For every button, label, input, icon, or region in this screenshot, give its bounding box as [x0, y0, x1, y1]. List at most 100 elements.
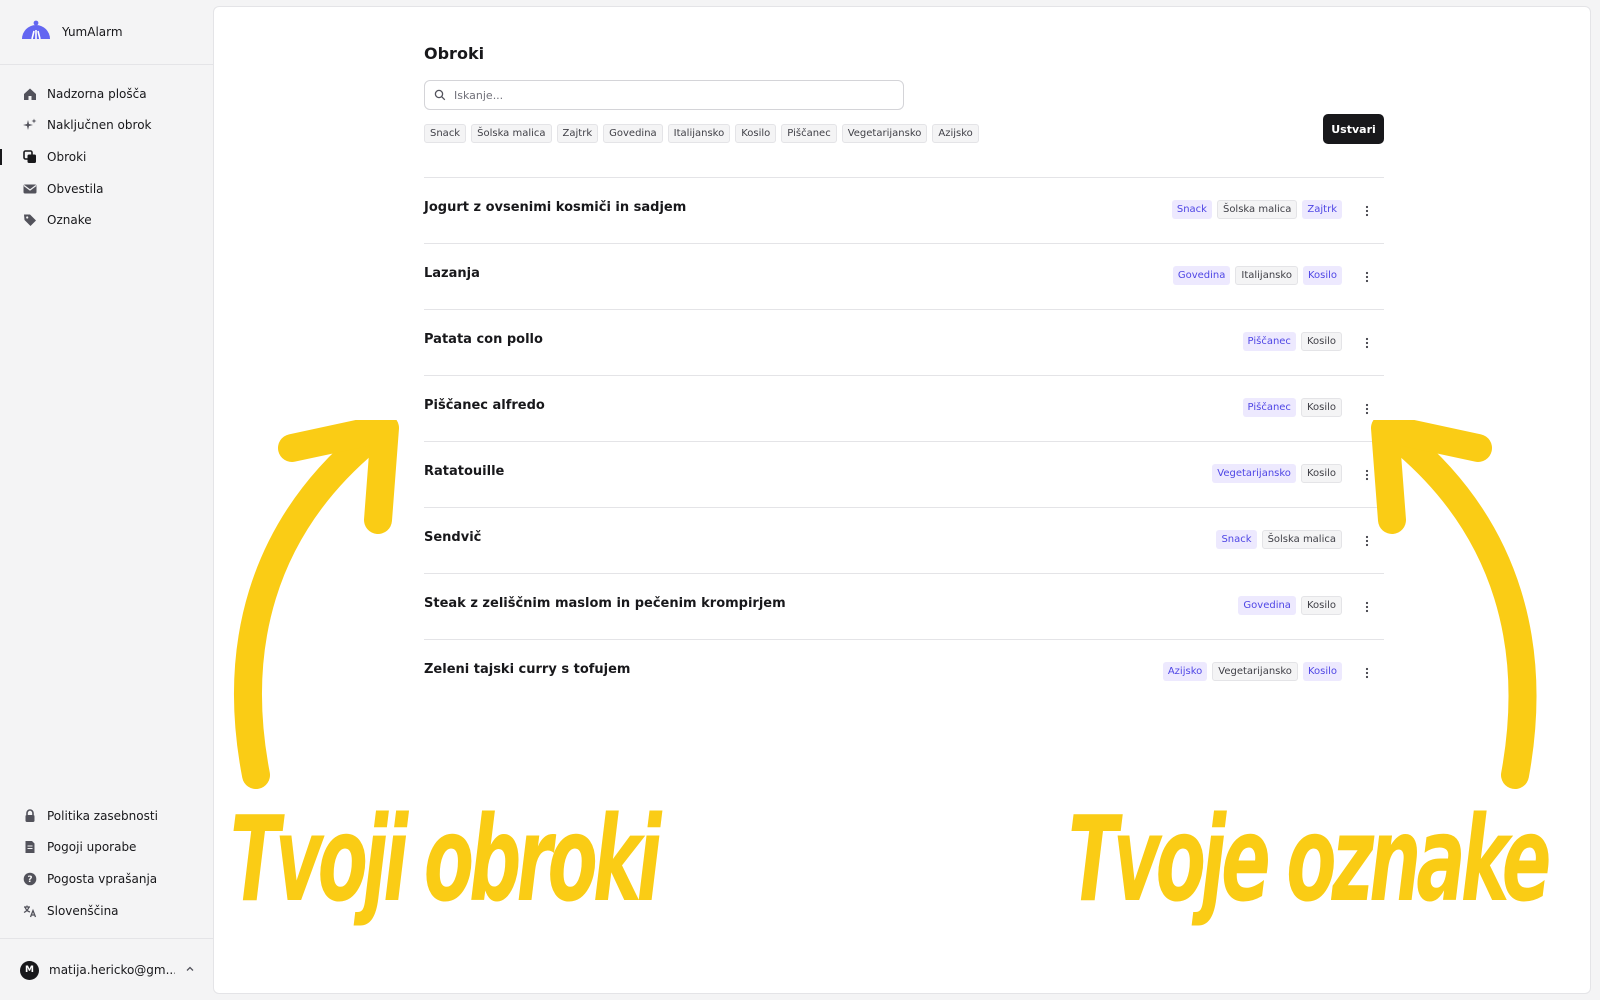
meal-tag: Kosilo: [1302, 266, 1342, 285]
filter-tag[interactable]: Vegetarijansko: [841, 124, 928, 143]
meal-tag: Italijansko: [1235, 266, 1298, 285]
chevron-up-icon: [185, 963, 195, 977]
sidebar: YumAlarm Nadzorna plošča Naključnen obro…: [0, 0, 213, 1000]
more-options-icon[interactable]: [1360, 200, 1374, 222]
nav-item-dashboard[interactable]: Nadzorna plošča: [0, 78, 213, 110]
meal-row[interactable]: Ratatouille Vegetarijansko Kosilo: [424, 442, 1384, 508]
app-name: YumAlarm: [62, 25, 123, 39]
sparkles-icon: [22, 118, 37, 133]
copy-icon: [22, 149, 37, 164]
nav-label: Pogosta vprašanja: [47, 871, 158, 886]
nav-item-language[interactable]: Slovenščina: [0, 895, 213, 927]
meal-tag: Šolska malica: [1216, 200, 1298, 219]
search-box[interactable]: [424, 80, 904, 110]
filter-tag[interactable]: Kosilo: [735, 124, 777, 143]
meal-name[interactable]: Piščanec alfredo: [424, 398, 545, 413]
meal-tags: Vegetarijansko Kosilo: [1212, 464, 1342, 483]
nav-item-random-meal[interactable]: Naključnen obrok: [0, 110, 213, 142]
filter-tag[interactable]: Šolska malica: [471, 124, 552, 143]
filter-tag[interactable]: Zajtrk: [556, 124, 599, 143]
create-button[interactable]: Ustvari: [1323, 114, 1384, 144]
meal-name[interactable]: Zeleni tajski curry s tofujem: [424, 662, 630, 677]
svg-text:?: ?: [27, 875, 32, 885]
search-input[interactable]: [454, 88, 894, 102]
meal-tags: Piščanec Kosilo: [1242, 332, 1342, 351]
meal-tags: Govedina Kosilo: [1238, 596, 1342, 615]
filter-tag[interactable]: Govedina: [603, 124, 663, 143]
meal-name[interactable]: Ratatouille: [424, 464, 504, 479]
annotation-your-tags: Tvoje oznake: [1068, 790, 1551, 928]
meal-tags: Piščanec Kosilo: [1242, 398, 1342, 417]
meal-name[interactable]: Sendvič: [424, 530, 481, 545]
meal-tag: Govedina: [1238, 596, 1296, 615]
meal-tag: Vegetarijansko: [1212, 464, 1296, 483]
meal-tag: Piščanec: [1242, 332, 1296, 351]
meal-tag: Snack: [1216, 530, 1257, 549]
meal-row[interactable]: Steak z zeliščnim maslom in pečenim krom…: [424, 574, 1384, 640]
meal-list: Jogurt z ovsenimi kosmiči in sadjem Snack…: [424, 177, 1384, 706]
meal-row[interactable]: Piščanec alfredo Piščanec Kosilo: [424, 376, 1384, 442]
home-icon: [22, 86, 37, 101]
meal-tags: Snack Šolska malica Zajtrk: [1171, 200, 1342, 219]
meal-row[interactable]: Lazanja Govedina Italijansko Kosilo: [424, 244, 1384, 310]
user-email: matija.hericko@gm...: [49, 963, 175, 977]
meal-row[interactable]: Jogurt z ovsenimi kosmiči in sadjem Snack…: [424, 178, 1384, 244]
meal-tags: Govedina Italijansko Kosilo: [1172, 266, 1342, 285]
annotation-your-meals: Tvoji obroki: [230, 790, 662, 928]
avatar: M: [20, 960, 39, 980]
lock-icon: [22, 808, 37, 823]
nav-item-notifications[interactable]: Obvestila: [0, 173, 213, 205]
nav-item-tags[interactable]: Oznake: [0, 204, 213, 236]
nav-label: Naključnen obrok: [47, 118, 152, 133]
document-icon: [22, 840, 37, 855]
question-icon: ?: [22, 871, 37, 886]
nav-label: Obvestila: [47, 181, 104, 196]
meal-name[interactable]: Patata con pollo: [424, 332, 543, 347]
meal-tag: Vegetarijansko: [1212, 662, 1298, 681]
user-menu[interactable]: M matija.hericko@gm...: [20, 958, 195, 982]
page-title: Obroki: [424, 44, 485, 63]
meal-tag: Kosilo: [1302, 662, 1342, 681]
nav-item-privacy[interactable]: Politika zasebnosti: [0, 800, 213, 832]
meal-row[interactable]: Patata con pollo Piščanec Kosilo: [424, 310, 1384, 376]
nav-item-terms[interactable]: Pogoji uporabe: [0, 832, 213, 864]
annotation-arrow-left-icon: [234, 420, 399, 789]
meal-name[interactable]: Jogurt z ovsenimi kosmiči in sadjem: [424, 200, 686, 215]
meal-tag: Govedina: [1172, 266, 1231, 285]
more-options-icon[interactable]: [1360, 398, 1374, 420]
main-nav: Nadzorna plošča Naključnen obrok Obroki …: [0, 78, 213, 236]
meal-name[interactable]: Steak z zeliščnim maslom in pečenim krom…: [424, 596, 786, 611]
brand[interactable]: YumAlarm: [20, 20, 123, 44]
filter-tag[interactable]: Piščanec: [781, 124, 837, 143]
nav-label: Obroki: [47, 149, 87, 164]
tag-icon: [22, 213, 37, 228]
annotation-arrow-right-icon: [1371, 420, 1537, 789]
more-options-icon[interactable]: [1360, 266, 1374, 288]
filter-tag[interactable]: Italijansko: [667, 124, 731, 143]
nav-label: Pogoji uporabe: [47, 840, 137, 855]
meal-tags: Snack Šolska malica: [1216, 530, 1342, 549]
meal-tag: Snack: [1171, 200, 1212, 219]
meal-row[interactable]: Zeleni tajski curry s tofujem Azijsko Vege…: [424, 640, 1384, 706]
translate-icon: [22, 903, 37, 918]
meal-name[interactable]: Lazanja: [424, 266, 480, 281]
sidebar-divider: [0, 64, 213, 65]
tag-filter-list: Snack Šolska malica Zajtrk Govedina Italijan…: [424, 124, 979, 143]
meal-tag: Kosilo: [1300, 332, 1342, 351]
filter-tag[interactable]: Azijsko: [932, 124, 979, 143]
nav-label: Slovenščina: [47, 903, 119, 918]
nav-item-meals[interactable]: Obroki: [0, 141, 213, 173]
meal-tag: Piščanec: [1242, 398, 1296, 417]
more-options-icon[interactable]: [1360, 332, 1374, 354]
sidebar-divider: [0, 938, 213, 939]
meal-row[interactable]: Sendvič Snack Šolska malica: [424, 508, 1384, 574]
yumalarm-logo-icon: [20, 19, 52, 45]
meal-tags: Azijsko Vegetarijansko Kosilo: [1162, 662, 1342, 681]
nav-item-faq[interactable]: ? Pogosta vprašanja: [0, 863, 213, 895]
meal-tag: Kosilo: [1300, 398, 1342, 417]
filter-tag[interactable]: Snack: [424, 124, 467, 143]
meal-tag: Zajtrk: [1302, 200, 1342, 219]
nav-label: Nadzorna plošča: [47, 86, 147, 101]
envelope-icon: [22, 181, 37, 196]
search-icon: [434, 86, 446, 105]
